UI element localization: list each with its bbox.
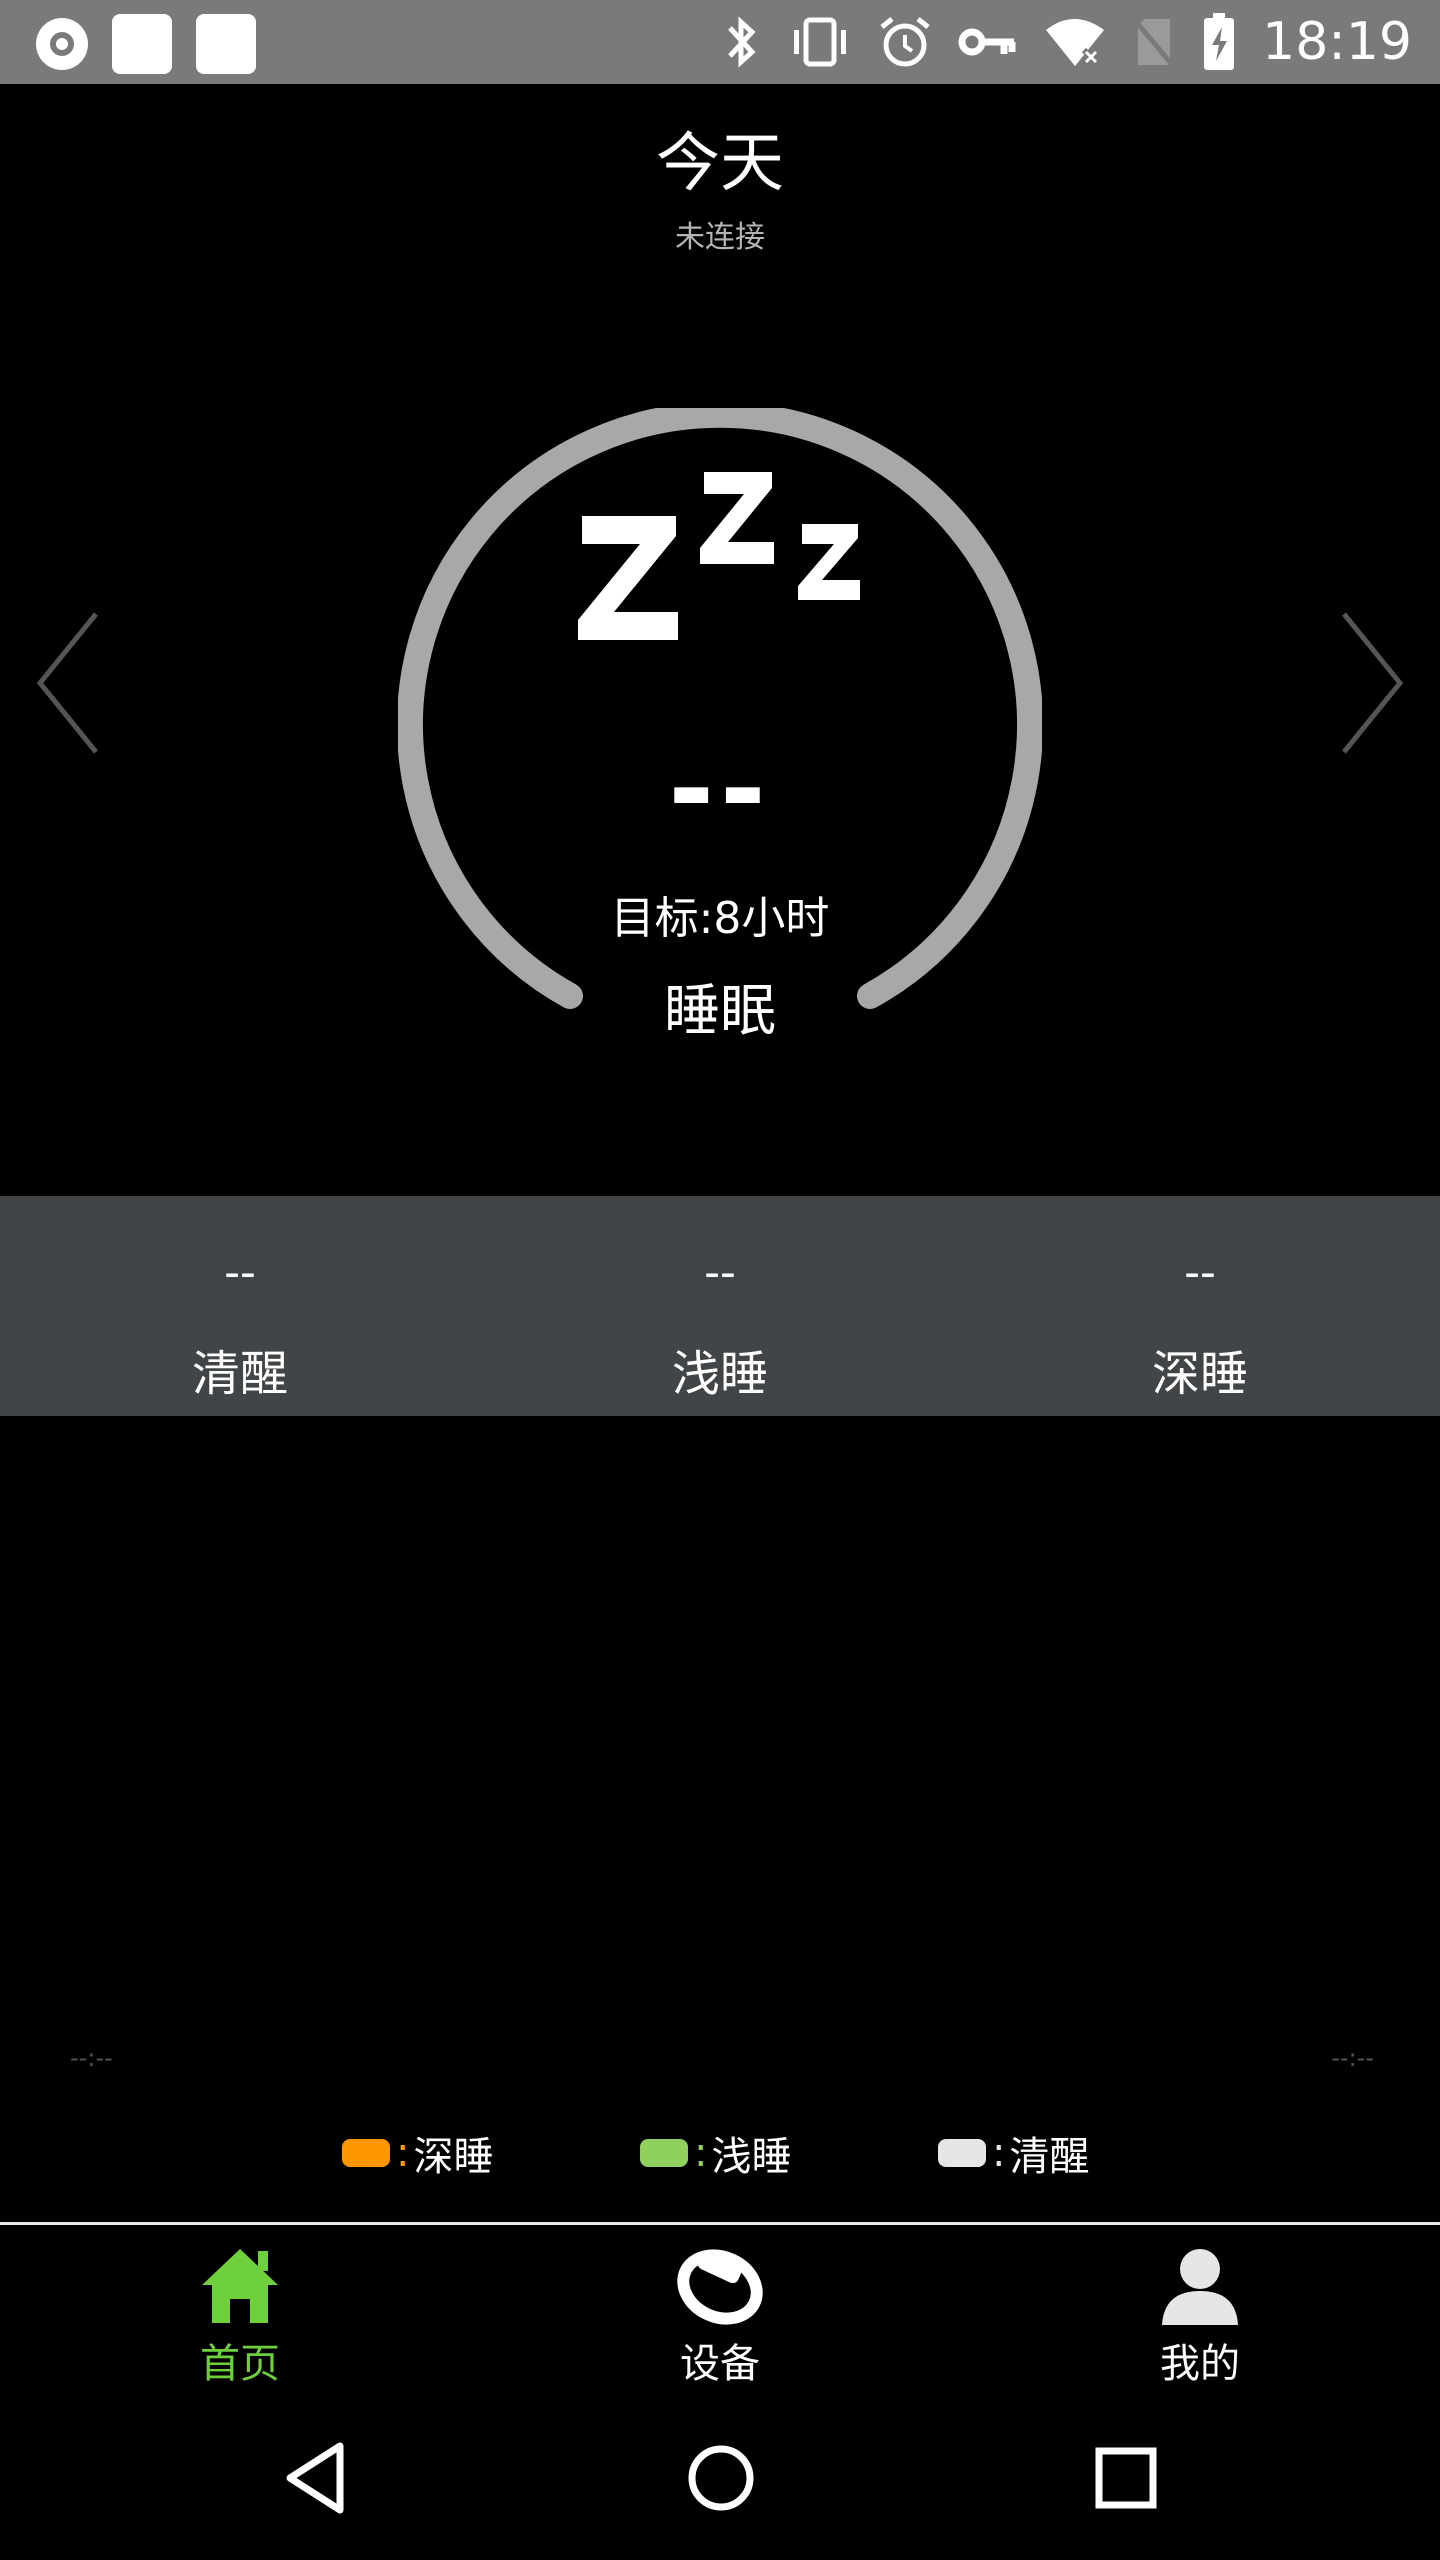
legend-label: 浅睡 [711, 2134, 792, 2180]
battery-charging-icon [1204, 13, 1235, 70]
system-nav-bar [0, 2400, 1440, 2560]
stat-value: -- [704, 1247, 736, 1298]
sleep-legend: : 深睡 : 浅睡 : 清醒 [0, 2124, 1440, 2184]
legend-swatch [938, 2139, 986, 2167]
wifi-off-icon [1046, 19, 1105, 67]
bluetooth-icon [728, 16, 756, 68]
status-bar: 18:19 [0, 0, 1440, 84]
stat-light-sleep: -- 浅睡 [480, 1196, 960, 1416]
legend-label: 深睡 [413, 2134, 494, 2180]
sleep-stats-panel: -- 清醒 -- 浅睡 -- 深睡 [0, 1196, 1440, 1416]
recents-icon[interactable] [1092, 2440, 1160, 2516]
bottom-nav: 首页 设备 我的 [0, 2225, 1440, 2400]
sleep-goal: 目标:8小时 [610, 893, 830, 944]
stat-awake: -- 清醒 [0, 1196, 480, 1416]
legend-item-awake: : 清醒 [938, 2124, 1089, 2182]
vibrate-icon [794, 17, 847, 67]
home-icon [202, 2249, 278, 2323]
stat-value: -- [224, 1247, 256, 1298]
person-icon [1162, 2249, 1238, 2325]
stat-value: -- [1184, 1247, 1216, 1298]
record-icon [36, 18, 88, 70]
nav-item-home[interactable]: 首页 [0, 2225, 480, 2400]
page-title: 今天 [656, 127, 784, 201]
band-icon [677, 2249, 763, 2325]
chart-end-time: --:-- [1331, 2044, 1374, 2072]
legend-item-deep: : 深睡 [342, 2124, 493, 2182]
sleep-duration-value: -- [668, 725, 772, 853]
stat-label: 深睡 [1151, 1346, 1248, 1402]
nav-item-device[interactable]: 设备 [480, 2225, 960, 2400]
clock-time: 18:19 [1262, 12, 1412, 72]
vpn-key-icon [958, 28, 1016, 56]
home-circle-icon[interactable] [686, 2440, 756, 2516]
sleep-zzz-icon [578, 472, 860, 640]
nav-label: 首页 [200, 2341, 280, 2387]
legend-label: 清醒 [1009, 2134, 1090, 2180]
back-icon[interactable] [282, 2440, 348, 2516]
legend-swatch [342, 2139, 390, 2167]
legend-item-light: : 浅睡 [640, 2124, 791, 2182]
legend-swatch [640, 2139, 688, 2167]
stat-deep-sleep: -- 深睡 [960, 1196, 1440, 1416]
stat-label: 浅睡 [671, 1346, 768, 1402]
app-square-icon [112, 14, 172, 74]
connection-status: 未连接 [675, 220, 765, 255]
app-square-icon [196, 14, 256, 74]
nav-item-mine[interactable]: 我的 [960, 2225, 1440, 2400]
nav-label: 设备 [680, 2341, 760, 2387]
stat-label: 清醒 [191, 1346, 288, 1402]
ring-label: 睡眠 [664, 979, 776, 1044]
alarm-icon [880, 17, 930, 67]
nav-label: 我的 [1160, 2341, 1240, 2387]
no-sim-icon [1132, 17, 1177, 69]
chart-start-time: --:-- [70, 2044, 113, 2072]
